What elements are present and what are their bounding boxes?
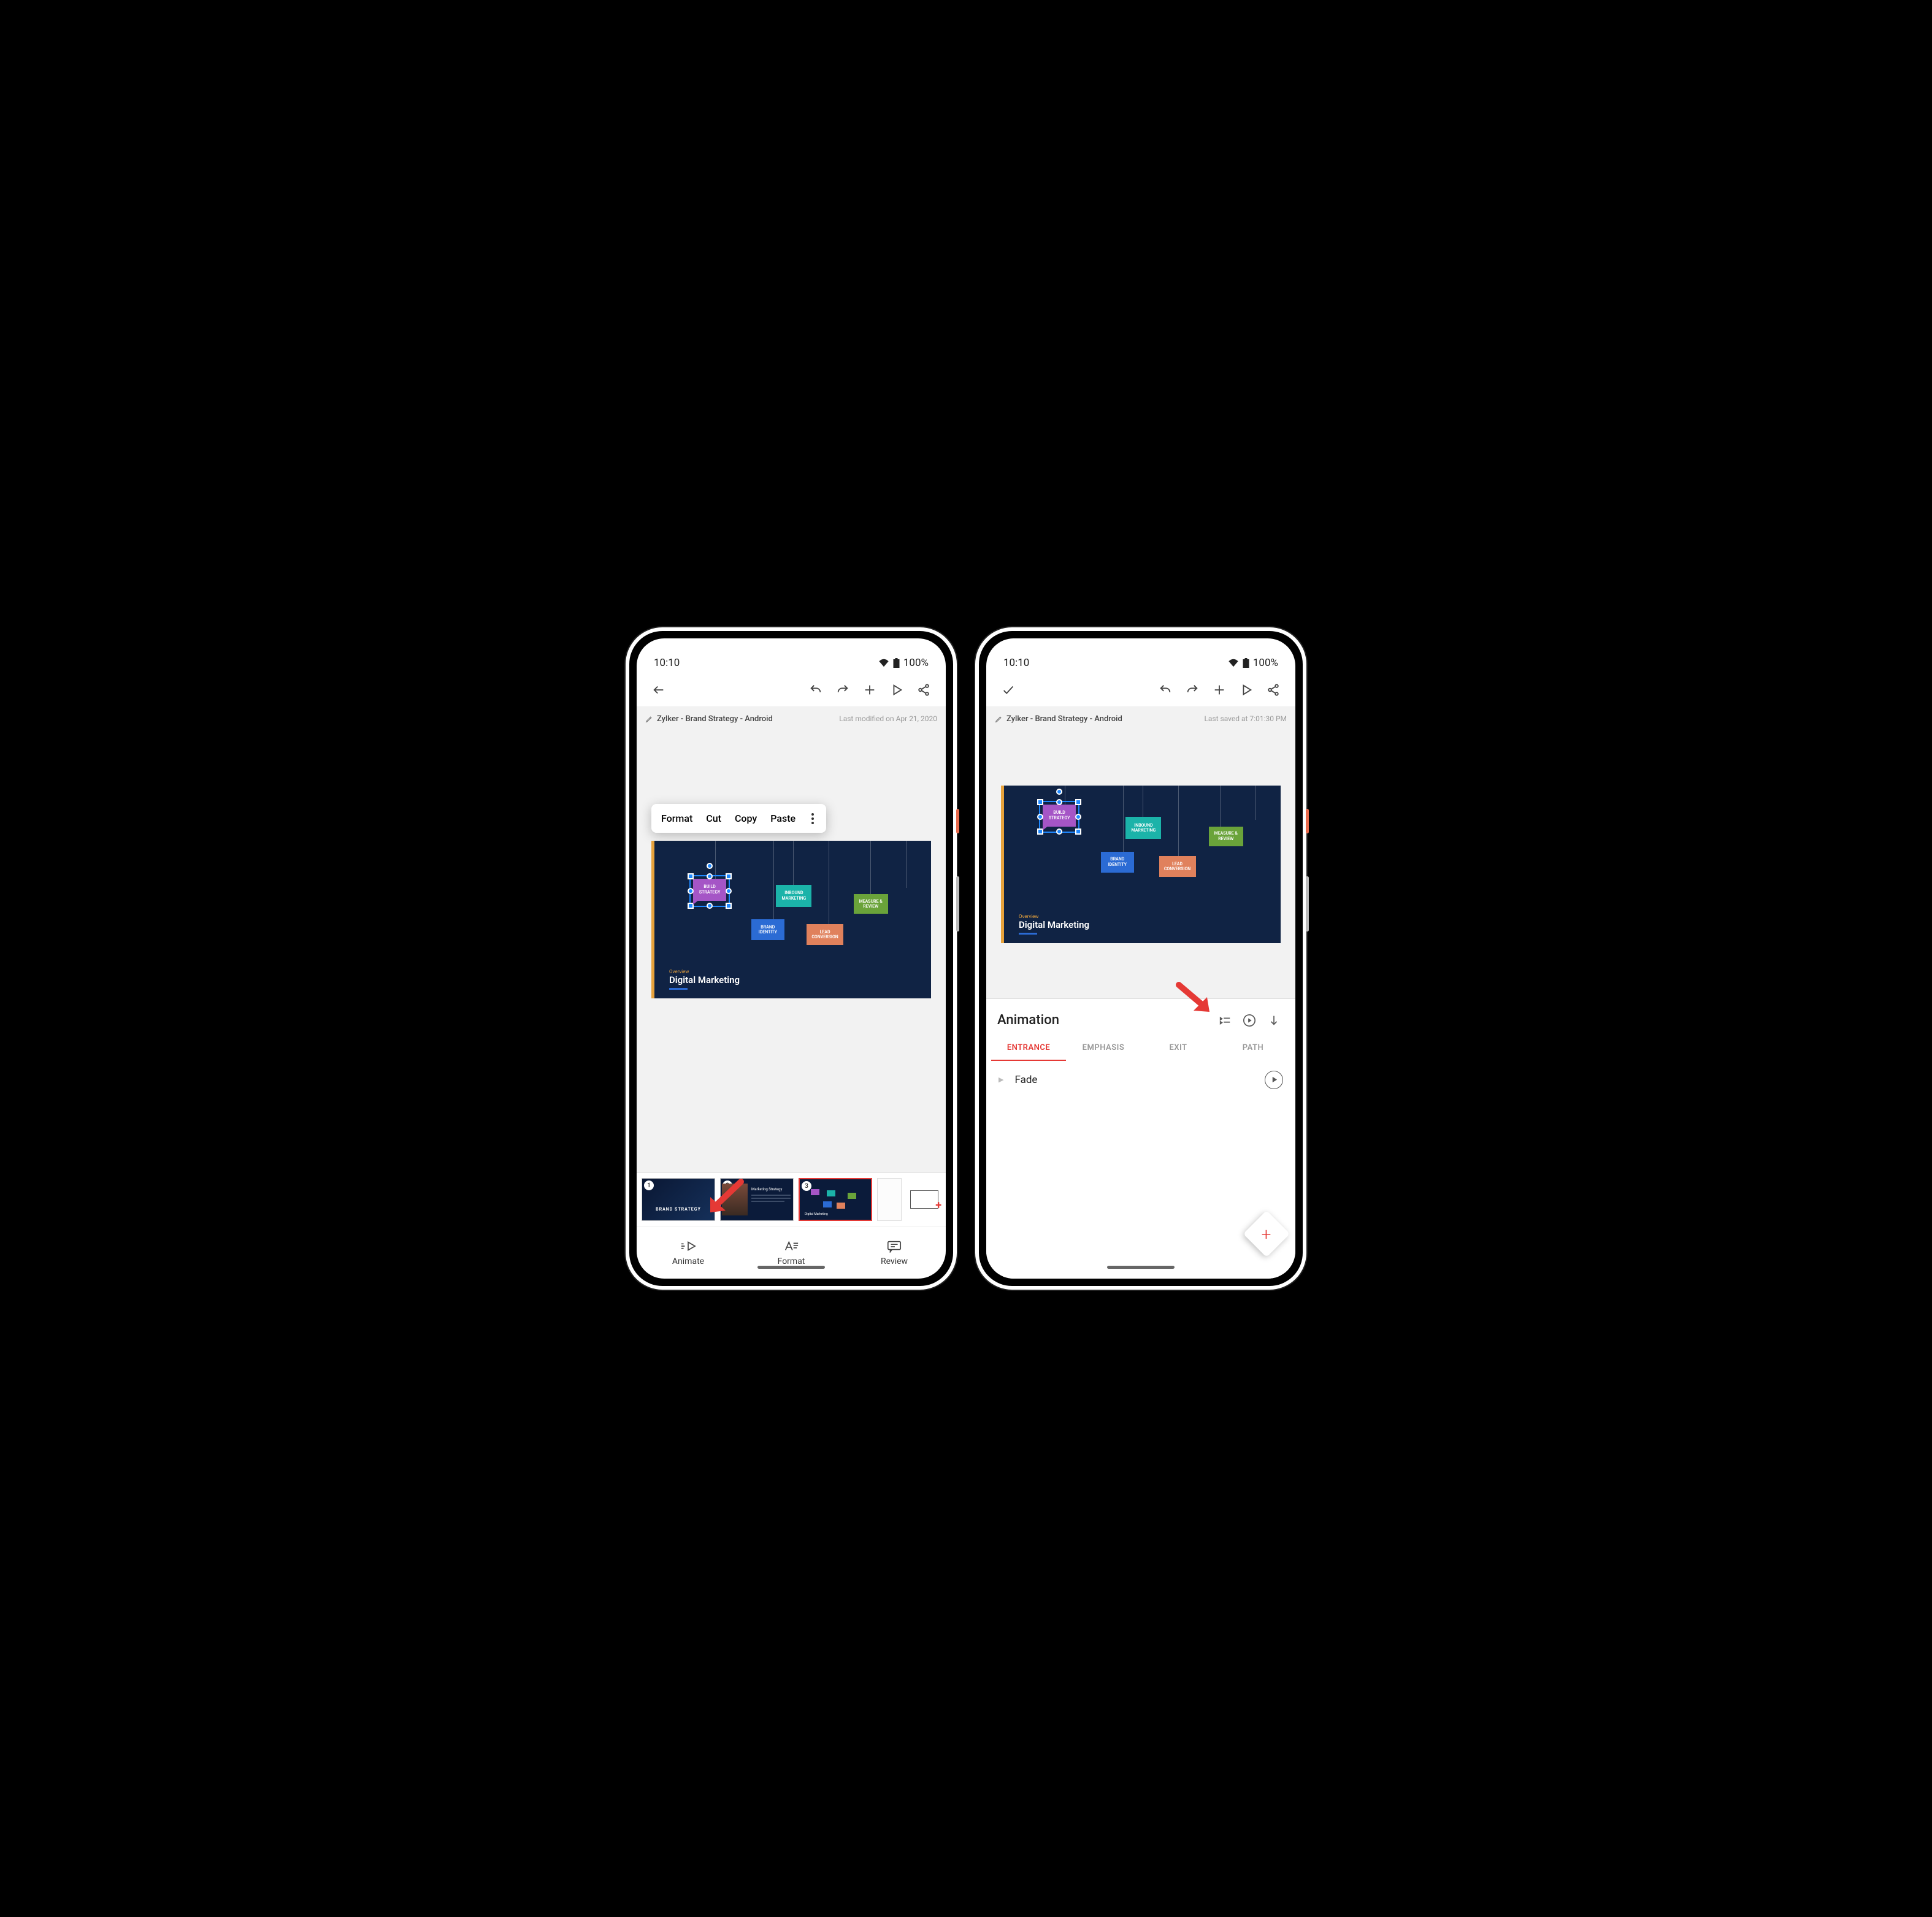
- thumbnail-strip: 1 BRAND STRATEGY 2 Marketing Strategy 3 …: [637, 1173, 946, 1226]
- share-button[interactable]: [910, 676, 937, 703]
- toolbar: [637, 673, 946, 707]
- tag-build[interactable]: BUILD STRATEGY: [693, 879, 726, 901]
- status-battery: 100%: [1253, 657, 1278, 669]
- tag-lead[interactable]: LEAD CONVERSION: [807, 924, 843, 945]
- wifi-icon: [878, 659, 889, 667]
- context-copy[interactable]: Copy: [735, 813, 757, 824]
- power-button: [1306, 809, 1309, 833]
- back-button[interactable]: [645, 676, 672, 703]
- thumbnail-4[interactable]: [877, 1178, 902, 1221]
- battery-icon: [1243, 658, 1249, 668]
- slide-canvas[interactable]: BUILD STRATEGY INBOUND MARKETING MEA: [1001, 786, 1281, 943]
- slide-canvas[interactable]: BUILD STRATEGY INBOUND MARKETING: [651, 841, 931, 998]
- context-paste[interactable]: Paste: [770, 813, 795, 824]
- chevron-right-icon: ▶: [999, 1076, 1003, 1084]
- tag-inbound[interactable]: INBOUND MARKETING: [776, 885, 811, 907]
- battery-icon: [893, 658, 900, 668]
- tab-emphasis[interactable]: EMPHASIS: [1066, 1043, 1141, 1061]
- arrow-annotation: [704, 1179, 747, 1215]
- selection-box: [689, 875, 730, 907]
- tag-inbound[interactable]: INBOUND MARKETING: [1125, 817, 1161, 839]
- status-time: 10:10: [654, 657, 680, 669]
- animation-panel: Animation ENTRANCE EMPHASIS EXIT PATH ▶: [986, 998, 1295, 1279]
- animation-name: Fade: [1014, 1074, 1254, 1086]
- add-slide-button[interactable]: [910, 1190, 938, 1209]
- status-bar: 10:10 100%: [637, 638, 946, 673]
- canvas-area: Format Cut Copy Paste BUILD STRATEGY: [637, 730, 946, 1173]
- doc-meta: Last modified on Apr 21, 2020: [839, 714, 937, 723]
- bottom-tabs: Animate Format Review: [637, 1226, 946, 1279]
- volume-button: [956, 876, 959, 932]
- arrow-annotation: [1173, 980, 1216, 1017]
- add-button[interactable]: [1206, 676, 1233, 703]
- doc-title: Zylker - Brand Strategy - Android: [657, 714, 773, 724]
- play-button[interactable]: [1233, 676, 1260, 703]
- status-bar: 10:10 100%: [986, 638, 1295, 673]
- animation-play-icon[interactable]: [1239, 1010, 1260, 1031]
- status-time: 10:10: [1003, 657, 1029, 669]
- play-button[interactable]: [883, 676, 910, 703]
- tag-brand[interactable]: BRAND IDENTITY: [1101, 852, 1134, 873]
- slide-title: Overview Digital Marketing: [1019, 914, 1089, 935]
- animation-item[interactable]: ▶ Fade: [986, 1061, 1295, 1099]
- tab-format[interactable]: Format: [740, 1226, 843, 1279]
- tab-exit[interactable]: EXIT: [1141, 1043, 1216, 1061]
- context-menu: Format Cut Copy Paste: [651, 804, 826, 833]
- redo-button[interactable]: [829, 676, 856, 703]
- animation-collapse-icon[interactable]: [1263, 1010, 1284, 1031]
- doc-header: Zylker - Brand Strategy - Android Last m…: [637, 707, 946, 730]
- redo-button[interactable]: [1179, 676, 1206, 703]
- tag-measure[interactable]: MEASURE & REVIEW: [1209, 827, 1243, 846]
- power-button: [956, 809, 959, 833]
- undo-button[interactable]: [802, 676, 829, 703]
- tag-build[interactable]: BUILD STRATEGY: [1043, 805, 1076, 827]
- context-format[interactable]: Format: [661, 813, 692, 824]
- tab-review[interactable]: Review: [843, 1226, 946, 1279]
- tab-animate[interactable]: Animate: [637, 1226, 740, 1279]
- add-button[interactable]: [856, 676, 883, 703]
- edit-icon: [995, 715, 1003, 723]
- volume-button: [1306, 876, 1309, 932]
- selection-box: [1039, 801, 1079, 833]
- edit-icon: [645, 715, 653, 723]
- tab-entrance[interactable]: ENTRANCE: [991, 1043, 1066, 1061]
- tag-brand[interactable]: BRAND IDENTITY: [751, 919, 784, 940]
- canvas-area: BUILD STRATEGY INBOUND MARKETING MEA: [986, 730, 1295, 998]
- device-right: 10:10 100% Zylker - Brand Strategy - And…: [975, 627, 1306, 1290]
- undo-button[interactable]: [1152, 676, 1179, 703]
- context-more[interactable]: [809, 813, 816, 824]
- tab-path[interactable]: PATH: [1216, 1043, 1290, 1061]
- context-cut[interactable]: Cut: [706, 813, 721, 824]
- animation-list-icon[interactable]: [1214, 1010, 1235, 1031]
- slide-title: Overview Digital Marketing: [669, 969, 740, 990]
- doc-meta: Last saved at 7:01:30 PM: [1204, 714, 1287, 723]
- toolbar: [986, 673, 1295, 707]
- animation-tabs: ENTRANCE EMPHASIS EXIT PATH: [986, 1037, 1295, 1061]
- tag-lead[interactable]: LEAD CONVERSION: [1159, 856, 1196, 877]
- status-battery: 100%: [903, 657, 929, 669]
- confirm-button[interactable]: [995, 676, 1022, 703]
- doc-title: Zylker - Brand Strategy - Android: [1006, 714, 1122, 724]
- thumbnail-3[interactable]: 3 Digital Marketing: [799, 1178, 872, 1221]
- wifi-icon: [1228, 659, 1239, 667]
- tag-measure[interactable]: MEASURE & REVIEW: [854, 894, 888, 914]
- add-animation-fab[interactable]: +: [1243, 1211, 1290, 1257]
- share-button[interactable]: [1260, 676, 1287, 703]
- device-left: 10:10 100%: [626, 627, 957, 1290]
- animation-preview-button[interactable]: [1265, 1071, 1283, 1089]
- doc-header: Zylker - Brand Strategy - Android Last s…: [986, 707, 1295, 730]
